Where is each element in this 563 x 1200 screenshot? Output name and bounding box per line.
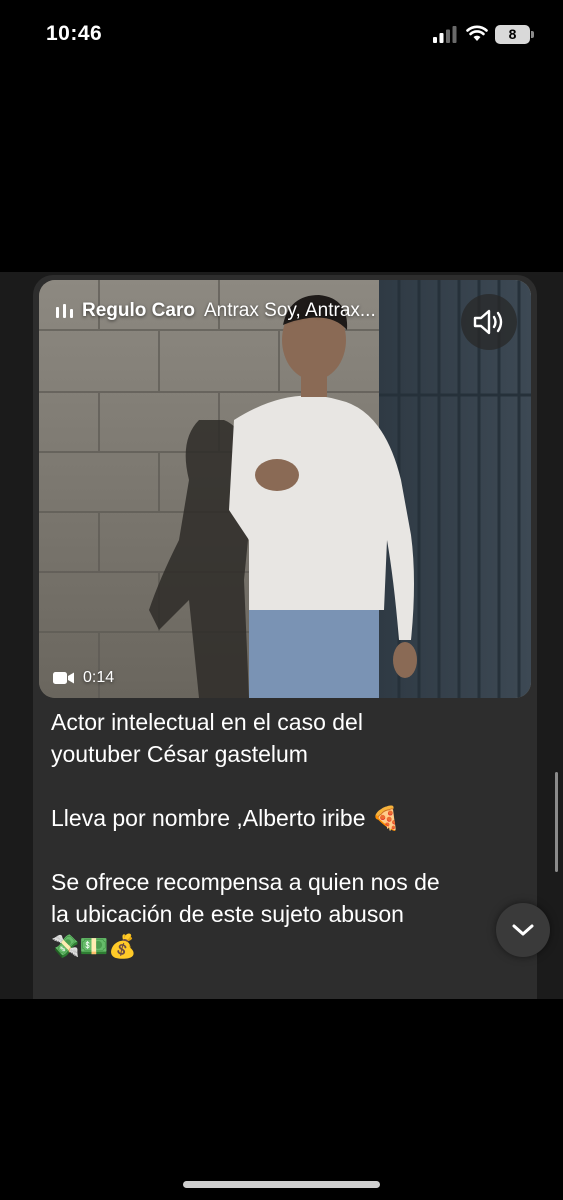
expand-caption-button[interactable] [496,903,550,957]
video-duration-badge: 0:14 [53,669,114,687]
caption-line: Lleva por nombre ,Alberto iribe 🍕 [51,805,401,831]
video-duration: 0:14 [83,669,115,686]
battery-icon: 8 [495,25,530,44]
caption-line: Actor intelectual en el caso del [51,709,363,735]
caption-line: 💸💵💰 [51,933,137,959]
status-time: 10:46 [46,22,103,45]
battery-tip [531,31,534,38]
scrollbar[interactable] [555,772,558,872]
status-bar: 10:46 8 [0,0,563,70]
video-camera-icon [53,672,74,684]
speaker-volume-icon [473,309,503,335]
caption-line: youtuber César gastelum [51,741,308,767]
caption-line: la ubicación de este sujeto abuson [51,901,404,927]
cellular-signal-icon [433,26,457,43]
post-caption: Actor intelectual en el caso del youtube… [51,706,521,962]
music-song-title: Antrax Soy, Antrax... [203,300,376,321]
video-thumbnail[interactable] [39,280,531,698]
music-artist: Regulo Caro [82,300,195,321]
chevron-down-icon [512,924,534,936]
caption-line: Se ofrece recompensa a quien nos de [51,869,440,895]
music-attribution[interactable]: Regulo Caro Antrax Soy, Antrax... [56,296,376,326]
video-frame-image [39,280,531,698]
wifi-icon [466,25,488,41]
home-indicator[interactable] [183,1181,380,1188]
music-bars-icon [56,304,73,318]
sound-toggle-button[interactable] [461,294,517,350]
